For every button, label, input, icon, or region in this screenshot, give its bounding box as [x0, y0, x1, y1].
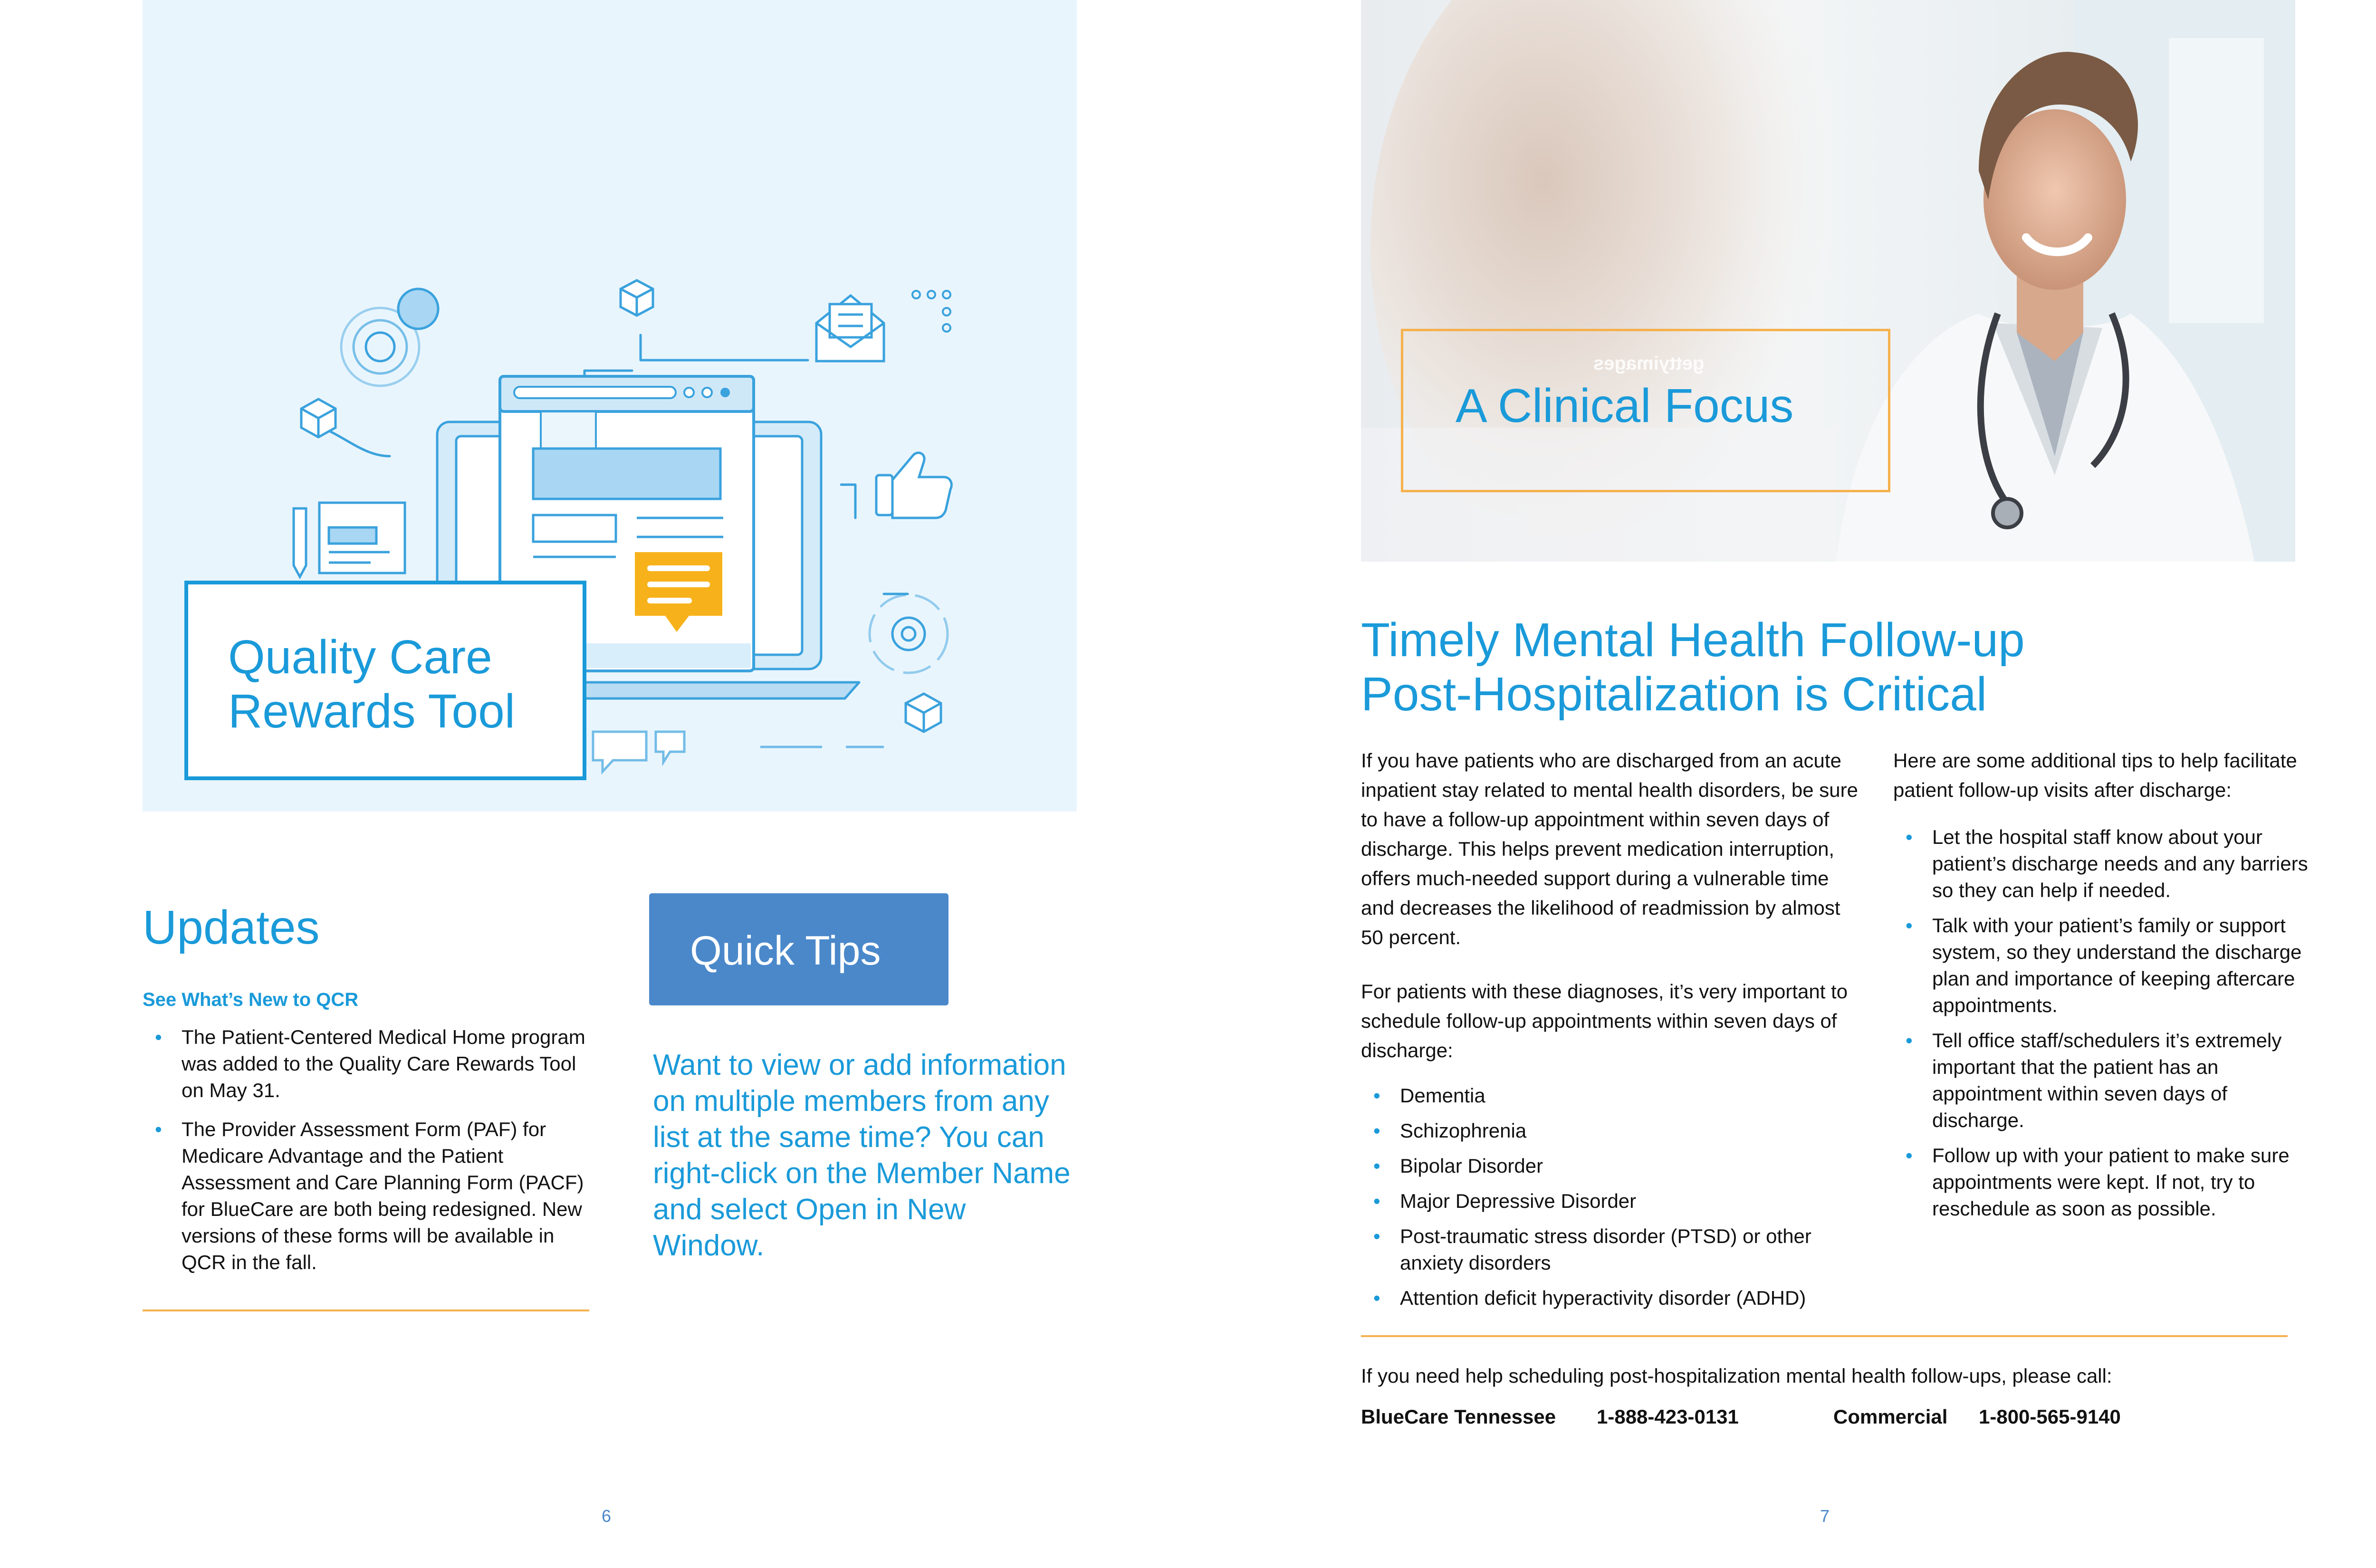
thumbs-up-icon	[875, 451, 953, 519]
paragraph: Here are some additional tips to help fa…	[1893, 749, 2297, 801]
list-item: • Follow up with your patient to make sur…	[1893, 1142, 2311, 1222]
section-title: A Clinical Focus	[1456, 379, 1794, 432]
updates-list: • The Patient-Centered Medical Home progr…	[143, 1024, 599, 1288]
contact-2-phone: 1-800-565-9140	[1979, 1405, 2121, 1428]
quick-tips-text: Want to view or add information on multi…	[653, 1049, 1071, 1262]
tips-list: • Let the hospital staff know about your …	[1893, 824, 2311, 1222]
updates-subheading: See What’s New to QCR	[143, 989, 359, 1010]
list-item: • Let the hospital staff know about your …	[1893, 824, 2311, 904]
quick-tips-box: Quick Tips	[649, 893, 948, 1005]
article-title: Timely Mental Health Follow-up Post-Hosp…	[1361, 613, 2292, 721]
bullet-icon: •	[1373, 1225, 1380, 1247]
article-title-line1: Timely Mental Health Follow-up	[1361, 613, 2025, 667]
bullet-icon: •	[155, 1026, 162, 1048]
article-column-1: If you have patients who are discharged …	[1361, 746, 1865, 1320]
section-title-box: gettyimages A Clinical Focus	[1401, 329, 1890, 492]
bullet-icon: •	[1906, 826, 1913, 848]
contact-2-name: Commercial	[1833, 1405, 1948, 1428]
list-item: • Post-traumatic stress disorder (PTSD) o…	[1361, 1223, 1865, 1276]
list-item: • The Provider Assessment Form (PAF) for …	[143, 1116, 599, 1276]
list-item: • The Patient-Centered Medical Home progr…	[143, 1024, 599, 1104]
call-line: If you need help scheduling post-hospita…	[1361, 1365, 2112, 1387]
bullet-icon: •	[1906, 1144, 1913, 1166]
bullet-icon: •	[1373, 1119, 1380, 1142]
qcr-title-line2: Rewards Tool	[228, 685, 516, 738]
qcr-title-line1: Quality Care	[228, 631, 492, 684]
bullet-icon: •	[1906, 1029, 1913, 1052]
bullet-icon: •	[1906, 914, 1913, 937]
list-item: • Talk with your patient’s family or supp…	[1893, 912, 2311, 1019]
bullet-icon: •	[1373, 1190, 1380, 1212]
photo-watermark: gettyimages	[1593, 353, 1705, 374]
list-item: • Schizophrenia	[1361, 1118, 1865, 1144]
qcr-title: Quality Care Rewards Tool	[228, 630, 515, 738]
page-number: 6	[602, 1506, 612, 1526]
contact-1-name: BlueCare Tennessee	[1361, 1405, 1556, 1428]
pencil-icon	[292, 501, 406, 580]
envelope-icon	[815, 294, 885, 363]
page-number: 7	[1820, 1506, 1830, 1526]
bullet-icon: •	[1373, 1155, 1380, 1177]
list-item: • Dementia	[1361, 1082, 1865, 1109]
gear-cycle-icon	[868, 593, 949, 674]
target-icon	[340, 287, 440, 387]
list-item: • Major Depressive Disorder	[1361, 1188, 1865, 1214]
article-title-line2: Post-Hospitalization is Critical	[1361, 668, 1987, 721]
chat-icon	[592, 730, 884, 775]
qcr-title-box: Quality Care Rewards Tool	[184, 581, 586, 780]
bullet-icon: •	[155, 1118, 162, 1140]
article-column-2: Here are some additional tips to help fa…	[1893, 746, 2311, 1231]
quick-tips-label: Quick Tips	[690, 928, 881, 974]
updates-heading: Updates	[143, 901, 320, 954]
divider	[143, 1310, 589, 1311]
contact-1-phone: 1-888-423-0131	[1597, 1405, 1739, 1428]
divider	[1361, 1335, 2288, 1337]
diagnoses-list: • Dementia • Schizophrenia • Bipolar Disord…	[1361, 1082, 1865, 1311]
paragraph: If you have patients who are discharged …	[1361, 749, 1858, 948]
bullet-icon: •	[1373, 1084, 1380, 1107]
paragraph: For patients with these diagnoses, it’s …	[1361, 980, 1848, 1061]
list-item: • Tell office staff/schedulers it’s extre…	[1893, 1027, 2311, 1134]
list-item: • Bipolar Disorder	[1361, 1153, 1865, 1179]
bullet-icon: •	[1373, 1287, 1380, 1309]
list-item: • Attention deficit hyperactivity disorde…	[1361, 1285, 1865, 1311]
